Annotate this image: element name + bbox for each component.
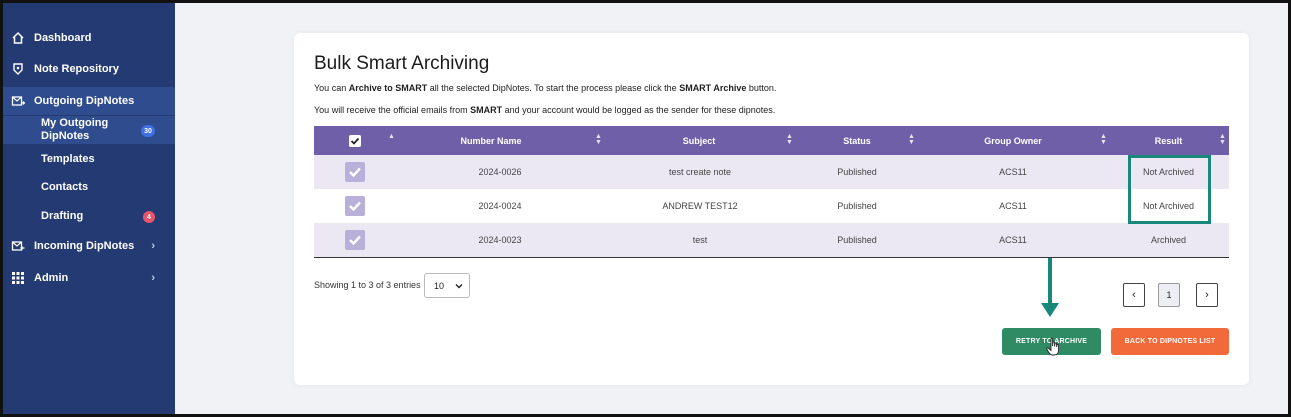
row-checkbox[interactable] xyxy=(345,162,365,182)
hand-cursor-icon xyxy=(1046,338,1060,361)
page-size-select[interactable]: 10 xyxy=(424,273,470,298)
sort-icon[interactable]: ▲ ▼ xyxy=(1219,133,1226,146)
outgoing-mail-icon xyxy=(11,94,25,108)
sort-icon[interactable]: ▲ ▼ xyxy=(595,133,602,146)
cell-group-owner: ACS11 xyxy=(999,167,1027,177)
cell-status: Published xyxy=(837,167,877,177)
page-1-button[interactable]: 1 xyxy=(1158,283,1180,307)
cell-number: 2024-0024 xyxy=(478,201,522,211)
sidebar-item-label: Incoming DipNotes xyxy=(34,240,135,252)
cell-status: Published xyxy=(837,201,877,211)
row-checkbox[interactable] xyxy=(345,230,365,250)
cell-subject: test xyxy=(692,235,708,245)
cell-status: Published xyxy=(837,235,877,245)
sidebar: Dashboard Note Repository Outgoing DipNo… xyxy=(3,3,175,414)
sidebar-item-admin[interactable]: Admin › xyxy=(3,264,175,292)
prev-page-button[interactable]: ‹ xyxy=(1123,283,1145,307)
cell-number: 2024-0023 xyxy=(478,235,522,245)
entries-info: Showing 1 to 3 of 3 entries xyxy=(314,280,421,290)
select-all-checkbox[interactable] xyxy=(349,134,361,147)
sidebar-subitem-drafting[interactable]: Drafting xyxy=(41,210,83,223)
arrow-annotation xyxy=(1048,258,1052,306)
table-header: ▲ Number Name ▲ ▼ Subject ▲ ▼ Status ▲ ▼ Gr… xyxy=(314,126,1229,155)
back-to-dipnotes-list-button[interactable]: BACK TO DIPNOTES LIST xyxy=(1111,328,1229,355)
sidebar-item-label: Admin xyxy=(34,272,69,284)
column-header-number-name[interactable]: Number Name xyxy=(396,126,586,155)
cell-number: 2024-0026 xyxy=(478,167,522,177)
grid-icon xyxy=(11,271,25,285)
sidebar-item-incoming-dipnotes[interactable]: Incoming DipNotes › xyxy=(3,232,175,260)
sidebar-subitem-contacts[interactable]: Contacts xyxy=(41,181,88,194)
page-title: Bulk Smart Archiving xyxy=(314,53,490,74)
sort-up-icon[interactable]: ▲ xyxy=(388,133,395,140)
sidebar-item-note-repository[interactable]: Note Repository xyxy=(3,55,175,83)
arrow-head-annotation xyxy=(1041,303,1059,317)
chevron-right-icon: › xyxy=(151,240,155,252)
highlight-annotation xyxy=(1128,155,1211,224)
screen-frame: Dashboard Note Repository Outgoing DipNo… xyxy=(0,0,1291,417)
shield-icon xyxy=(11,62,25,76)
sort-icon[interactable]: ▲ ▼ xyxy=(908,133,915,146)
table-row[interactable]: 2024-0024 ANDREW TEST12 Published ACS11 … xyxy=(314,189,1229,223)
row-checkbox[interactable] xyxy=(345,196,365,216)
column-header-subject[interactable]: Subject xyxy=(604,126,794,155)
next-page-button[interactable]: › xyxy=(1196,283,1218,307)
page-size-value: 10 xyxy=(434,280,445,291)
cell-result: Archived xyxy=(1150,235,1186,245)
cell-subject: ANDREW TEST12 xyxy=(662,201,738,211)
sidebar-item-label: Dashboard xyxy=(34,32,92,44)
home-icon xyxy=(11,31,25,45)
column-header-group-owner[interactable]: Group Owner xyxy=(918,126,1108,155)
sidebar-item-outgoing-dipnotes[interactable]: Outgoing DipNotes xyxy=(3,87,175,115)
info-text-2: You will receive the official emails fro… xyxy=(314,105,776,115)
table-row[interactable]: 2024-0026 test create note Published ACS… xyxy=(314,155,1229,189)
sidebar-subitem-my-outgoing-dipnotes[interactable]: My Outgoing DipNotes xyxy=(41,117,108,143)
cell-group-owner: ACS11 xyxy=(999,201,1027,211)
select-all-checkbox-cell[interactable] xyxy=(314,126,396,155)
sort-icon[interactable]: ▲ ▼ xyxy=(786,133,793,146)
chevron-right-icon: › xyxy=(151,272,155,284)
incoming-mail-icon xyxy=(11,239,25,253)
cell-subject: test create note xyxy=(668,167,732,177)
sort-icon[interactable]: ▲ ▼ xyxy=(1100,133,1107,146)
column-header-result[interactable]: Result xyxy=(1108,126,1229,155)
bulk-archiving-card: Bulk Smart Archiving You can Archive to … xyxy=(294,33,1249,385)
count-badge: 4 xyxy=(143,211,155,223)
sidebar-item-label: Outgoing DipNotes xyxy=(34,95,135,107)
info-text-1: You can Archive to SMART all the selecte… xyxy=(314,83,777,93)
sidebar-subitem-templates[interactable]: Templates xyxy=(41,153,95,166)
table-row[interactable]: 2024-0023 test Published ACS11 Archived xyxy=(314,223,1229,257)
sidebar-item-label: Note Repository xyxy=(34,63,119,75)
count-badge: 30 xyxy=(141,125,155,137)
cell-group-owner: ACS11 xyxy=(999,235,1027,245)
table-bottom-rule xyxy=(314,257,1229,258)
column-header-status[interactable]: Status xyxy=(796,126,918,155)
sidebar-item-dashboard[interactable]: Dashboard xyxy=(3,24,175,52)
chevron-down-icon xyxy=(455,282,463,292)
